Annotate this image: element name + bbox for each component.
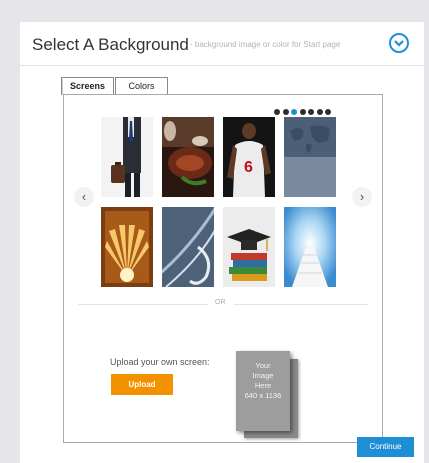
- thumbnail-sunburst[interactable]: [101, 207, 153, 287]
- carousel-pagination: [274, 102, 334, 115]
- thumbnail-basketball-player[interactable]: 6: [223, 117, 275, 197]
- page-dot-6[interactable]: [316, 109, 323, 115]
- thumbnail-world-map[interactable]: [284, 117, 336, 197]
- placeholder-line-2: Image: [252, 371, 274, 380]
- page-title: Select A Background: [32, 35, 189, 54]
- placeholder-line-1: Your: [255, 361, 271, 370]
- page-dot-3[interactable]: [291, 109, 297, 115]
- divider-line-left: [78, 304, 208, 305]
- upload-button[interactable]: Upload: [111, 374, 173, 395]
- page-dot-2[interactable]: [282, 109, 289, 115]
- chevron-down-circle-icon: [394, 40, 404, 47]
- chevron-left-icon: ‹: [81, 189, 87, 204]
- or-label: OR: [215, 299, 226, 306]
- thumbnail-abstract-curves[interactable]: [162, 207, 214, 287]
- image-placeholder: Your Image Here 640 x 1136: [236, 351, 290, 431]
- placeholder-line-3: Here: [254, 381, 272, 390]
- or-divider: OR: [78, 299, 368, 309]
- placeholder-line-4: 640 x 1136: [244, 391, 282, 400]
- collapse-button[interactable]: [389, 33, 409, 53]
- page-dot-7[interactable]: [325, 109, 331, 115]
- page-dot-4[interactable]: [299, 109, 306, 115]
- upload-label: Upload your own screen:: [110, 357, 210, 367]
- thumbnail-businessman[interactable]: [101, 117, 153, 197]
- screens-panel: ‹ › 6 OR Upload your own screen: Upload …: [63, 94, 383, 443]
- page-subtitle: - background image or color for Start pa…: [190, 40, 341, 49]
- background-picker-card: Select A Background - background image o…: [20, 22, 424, 463]
- card-header: Select A Background - background image o…: [20, 22, 424, 66]
- page-dot-5[interactable]: [308, 109, 314, 115]
- prev-arrow-button[interactable]: ‹: [74, 187, 94, 207]
- page-dot-1[interactable]: [274, 109, 280, 115]
- next-arrow-button[interactable]: ›: [352, 187, 372, 207]
- svg-text:6: 6: [244, 159, 253, 176]
- thumbnail-sky-stairway[interactable]: [284, 207, 336, 287]
- divider-line-right: [234, 304, 368, 305]
- chevron-right-icon: ›: [359, 189, 365, 204]
- tab-screens[interactable]: Screens: [61, 77, 114, 95]
- tab-colors[interactable]: Colors: [115, 77, 168, 95]
- thumbnail-graduation-books[interactable]: [223, 207, 275, 287]
- thumbnail-steak-wine[interactable]: [162, 117, 214, 197]
- continue-button[interactable]: Continue: [357, 437, 414, 457]
